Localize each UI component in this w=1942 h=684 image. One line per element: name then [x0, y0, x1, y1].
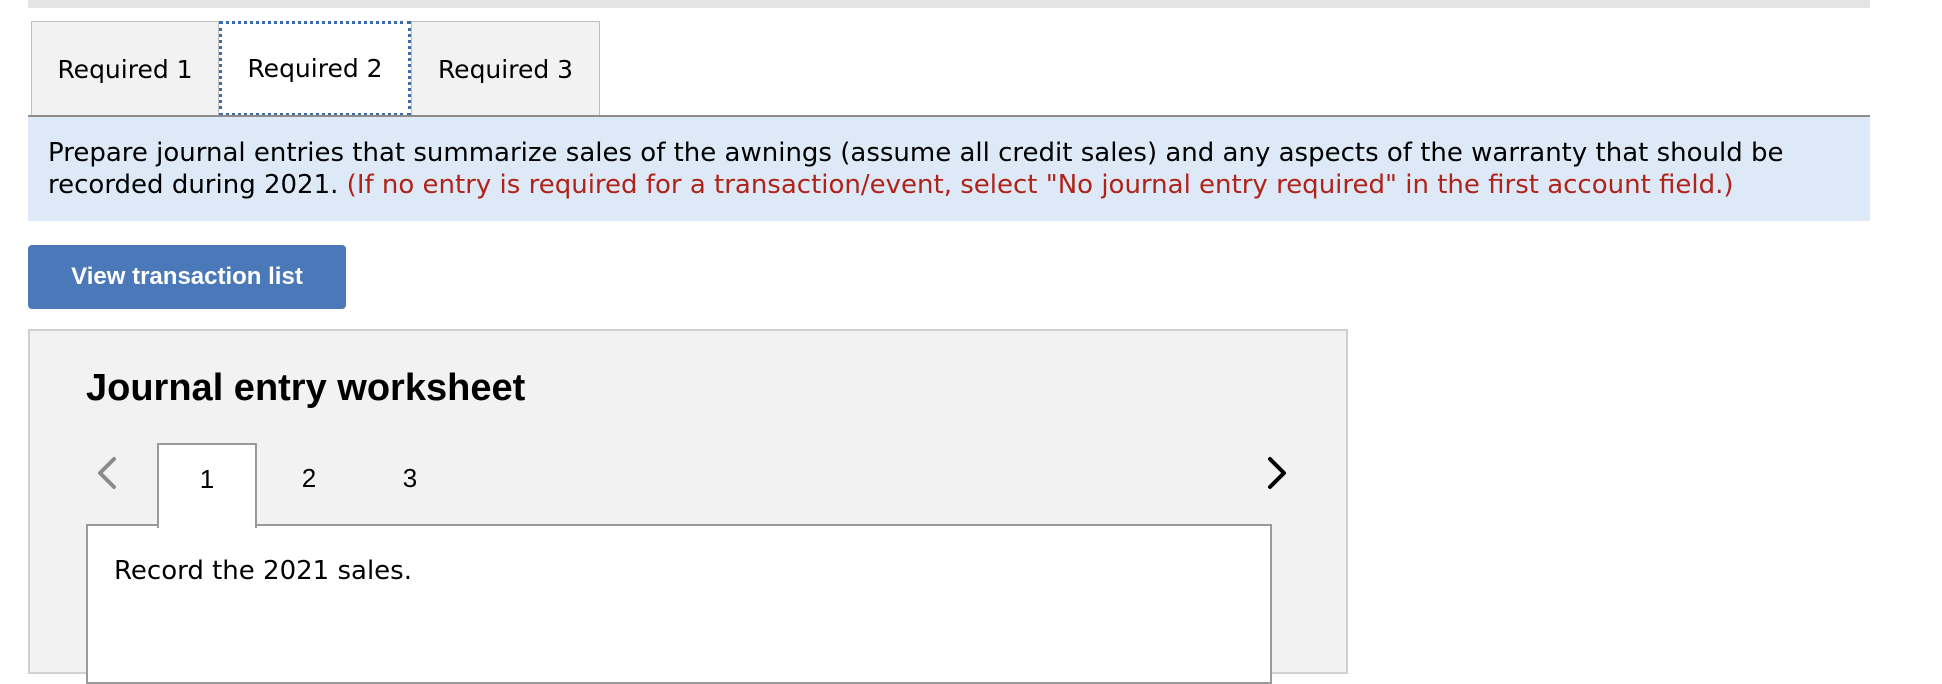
top-bar [28, 0, 1870, 8]
tab-required-1[interactable]: Required 1 [31, 21, 219, 116]
worksheet-entry-panel: Record the 2021 sales. [86, 524, 1272, 684]
instructions-note: (If no entry is required for a transacti… [346, 170, 1734, 200]
chevron-right-icon[interactable] [1262, 453, 1292, 493]
worksheet-prompt: Record the 2021 sales. [114, 556, 412, 586]
worksheet-tab-3[interactable]: 3 [360, 443, 460, 528]
worksheet-tab-1[interactable]: 1 [157, 443, 257, 528]
tab-required-2[interactable]: Required 2 [219, 21, 411, 116]
instructions-panel: Prepare journal entries that summarize s… [28, 117, 1870, 221]
view-transaction-list-button[interactable]: View transaction list [28, 245, 346, 309]
worksheet-title: Journal entry worksheet [86, 367, 526, 409]
worksheet-tab-2[interactable]: 2 [259, 443, 359, 528]
tab-required-3[interactable]: Required 3 [411, 21, 600, 116]
journal-entry-worksheet: Journal entry worksheet 1 2 3 Record the… [28, 329, 1348, 684]
chevron-left-icon[interactable] [92, 453, 122, 493]
required-tabs: Required 1 Required 2 Required 3 [31, 21, 600, 116]
